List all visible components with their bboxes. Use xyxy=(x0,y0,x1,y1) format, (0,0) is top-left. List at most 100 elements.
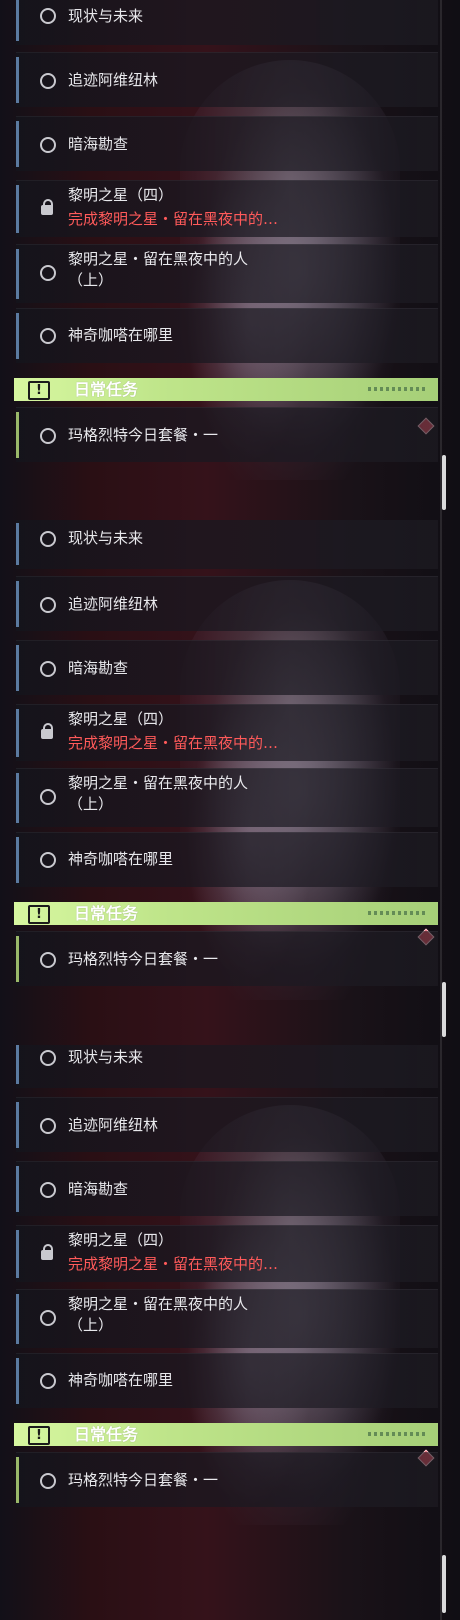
quest-list-screen: 现状与未来 追迹阿维纽林 暗海勘查 黎明之星（四） 完成黎明之星・留在黑夜中的…… xyxy=(0,0,460,1620)
quest-accent-bar xyxy=(16,773,19,823)
quest-item[interactable]: 神奇咖嗒在哪里 xyxy=(16,832,438,887)
circle-icon xyxy=(40,852,56,868)
quest-title: 黎明之星（四） xyxy=(68,710,174,728)
circle-icon xyxy=(40,1118,56,1134)
circle-icon xyxy=(40,661,56,677)
lock-icon xyxy=(41,199,53,215)
quest-item[interactable]: 黎明之星・留在黑夜中的人 （上） xyxy=(16,1289,438,1348)
quest-title: 黎明之星（四） xyxy=(68,1231,174,1249)
header-decoration xyxy=(368,387,428,391)
quest-item-locked[interactable]: 黎明之星（四） 完成黎明之星・留在黑夜中的… xyxy=(16,704,438,761)
quest-title: 黎明之星（四） xyxy=(68,186,174,204)
quest-accent-bar xyxy=(16,1230,19,1278)
quest-accent-bar xyxy=(16,0,19,41)
header-decoration xyxy=(368,1432,428,1436)
quest-accent-bar xyxy=(16,837,19,883)
circle-icon xyxy=(40,1050,56,1066)
daily-tasks-title: 日常任务 xyxy=(74,380,139,399)
circle-icon xyxy=(40,265,56,281)
circle-icon xyxy=(40,8,56,24)
daily-tasks-header[interactable]: ! 日常任务 xyxy=(14,1423,438,1446)
daily-quest-item[interactable]: 玛格烈特今日套餐・一 xyxy=(16,931,438,986)
quest-panel: 现状与未来 追迹阿维纽林 暗海勘查 黎明之星（四） 完成黎明之星・留在黑夜中的…… xyxy=(0,520,460,1045)
exclamation-icon: ! xyxy=(28,1426,50,1445)
circle-icon xyxy=(40,1473,56,1489)
daily-tasks-title: 日常任务 xyxy=(74,1425,139,1444)
quest-accent-bar xyxy=(16,249,19,299)
quest-item[interactable]: 现状与未来 xyxy=(16,520,438,569)
quest-unlock-requirement: 完成黎明之星・留在黑夜中的… xyxy=(68,1255,279,1273)
quest-title: 黎明之星・留在黑夜中的人 xyxy=(68,774,249,792)
quest-item[interactable]: 暗海勘查 xyxy=(16,1161,438,1216)
quest-item[interactable]: 神奇咖嗒在哪里 xyxy=(16,1353,438,1408)
circle-icon xyxy=(40,137,56,153)
quest-item-locked[interactable]: 黎明之星（四） 完成黎明之星・留在黑夜中的… xyxy=(16,180,438,237)
quest-title: 神奇咖嗒在哪里 xyxy=(68,326,174,344)
quest-title: 黎明之星・留在黑夜中的人 xyxy=(68,1295,249,1313)
quest-unlock-requirement: 完成黎明之星・留在黑夜中的… xyxy=(68,210,279,228)
quest-title-line2: （上） xyxy=(68,271,114,289)
quest-item-locked[interactable]: 黎明之星（四） 完成黎明之星・留在黑夜中的… xyxy=(16,1225,438,1282)
quest-title: 追迹阿维纽林 xyxy=(68,595,159,613)
quest-title: 神奇咖嗒在哪里 xyxy=(68,850,174,868)
quest-panel: 现状与未来 追迹阿维纽林 暗海勘查 黎明之星（四） 完成黎明之星・留在黑夜中的…… xyxy=(0,0,460,520)
circle-icon xyxy=(40,1310,56,1326)
quest-accent-bar xyxy=(16,1102,19,1148)
daily-quest-item[interactable]: 玛格烈特今日套餐・一 xyxy=(16,407,438,462)
quest-title: 追迹阿维纽林 xyxy=(68,1116,159,1134)
quest-title: 追迹阿维纽林 xyxy=(68,71,159,89)
circle-icon xyxy=(40,428,56,444)
lock-icon xyxy=(41,723,53,739)
quest-accent-bar xyxy=(16,581,19,627)
circle-icon xyxy=(40,328,56,344)
daily-tasks-header[interactable]: ! 日常任务 xyxy=(14,378,438,401)
quest-title: 玛格烈特今日套餐・一 xyxy=(68,426,219,444)
circle-icon xyxy=(40,531,56,547)
scrollbar-thumb[interactable] xyxy=(442,455,446,510)
lock-icon xyxy=(41,1244,53,1260)
exclamation-icon: ! xyxy=(28,381,50,400)
quest-item[interactable]: 追迹阿维纽林 xyxy=(16,1097,438,1152)
quest-item[interactable]: 黎明之星・留在黑夜中的人 （上） xyxy=(16,244,438,303)
quest-panel: 现状与未来 追迹阿维纽林 暗海勘查 黎明之星（四） 完成黎明之星・留在黑夜中的…… xyxy=(0,1045,460,1620)
quest-item[interactable]: 现状与未来 xyxy=(16,0,438,45)
daily-quest-item[interactable]: 玛格烈特今日套餐・一 xyxy=(16,1452,438,1507)
exclamation-icon: ! xyxy=(28,905,50,924)
quest-accent-bar xyxy=(16,313,19,359)
quest-item[interactable]: 暗海勘查 xyxy=(16,116,438,171)
quest-title: 玛格烈特今日套餐・一 xyxy=(68,1471,219,1489)
header-decoration xyxy=(368,911,428,915)
circle-icon xyxy=(40,952,56,968)
quest-unlock-requirement: 完成黎明之星・留在黑夜中的… xyxy=(68,734,279,752)
circle-icon xyxy=(40,1182,56,1198)
quest-accent-bar xyxy=(16,57,19,103)
quest-accent-bar xyxy=(16,709,19,757)
quest-title: 暗海勘查 xyxy=(68,135,129,153)
scrollbar-thumb[interactable] xyxy=(442,982,446,1037)
scrollbar-thumb[interactable] xyxy=(442,1555,446,1613)
quest-title: 现状与未来 xyxy=(68,529,144,547)
quest-accent-bar xyxy=(16,1358,19,1404)
quest-accent-bar xyxy=(16,185,19,233)
quest-item[interactable]: 暗海勘查 xyxy=(16,640,438,695)
quest-title-line2: （上） xyxy=(68,1316,114,1334)
quest-accent-bar xyxy=(16,523,19,565)
quest-item[interactable]: 神奇咖嗒在哪里 xyxy=(16,308,438,363)
circle-icon xyxy=(40,1373,56,1389)
quest-accent-bar xyxy=(16,1045,19,1084)
quest-accent-bar xyxy=(16,645,19,691)
quest-title: 现状与未来 xyxy=(68,1048,144,1066)
quest-title: 神奇咖嗒在哪里 xyxy=(68,1371,174,1389)
quest-accent-bar xyxy=(16,121,19,167)
quest-accent-bar xyxy=(16,936,19,982)
quest-title: 现状与未来 xyxy=(68,7,144,25)
quest-accent-bar xyxy=(16,1457,19,1503)
daily-tasks-header[interactable]: ! 日常任务 xyxy=(14,902,438,925)
quest-item[interactable]: 黎明之星・留在黑夜中的人 （上） xyxy=(16,768,438,827)
quest-title: 黎明之星・留在黑夜中的人 xyxy=(68,250,249,268)
circle-icon xyxy=(40,73,56,89)
quest-item[interactable]: 现状与未来 xyxy=(16,1045,438,1088)
quest-item[interactable]: 追迹阿维纽林 xyxy=(16,576,438,631)
quest-item[interactable]: 追迹阿维纽林 xyxy=(16,52,438,107)
quest-accent-bar xyxy=(16,412,19,458)
